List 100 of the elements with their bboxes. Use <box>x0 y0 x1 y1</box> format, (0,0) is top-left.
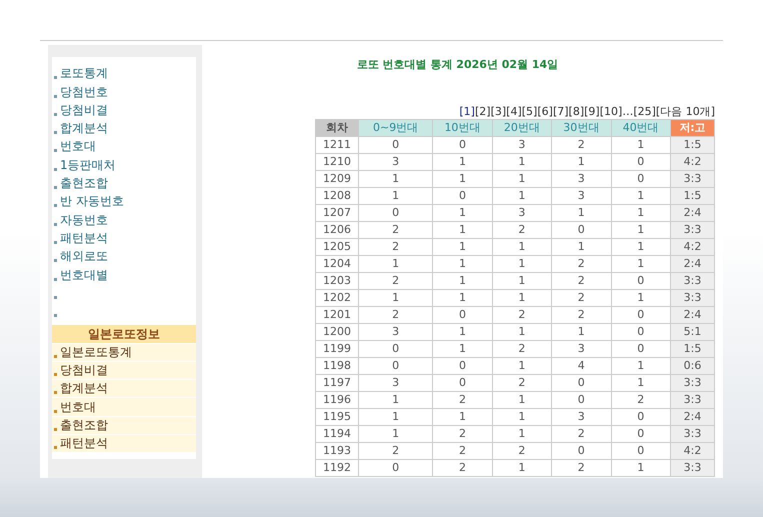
table-cell: 2 <box>552 136 611 153</box>
table-cell: 1 <box>611 136 670 153</box>
table-cell: 1200 <box>316 323 358 340</box>
table-cell: 1194 <box>316 425 358 442</box>
bullet-icon <box>54 112 57 116</box>
table-cell: 1 <box>611 238 670 255</box>
sidebar-link[interactable]: 합계분석 <box>60 119 108 138</box>
table-cell: 1209 <box>316 170 358 187</box>
table-cell: 1 <box>611 221 670 238</box>
table-cell: 1 <box>492 425 552 442</box>
table-cell: 2 <box>552 459 611 476</box>
table-cell: 1 <box>552 153 611 170</box>
page-link[interactable]: [8] <box>568 104 584 118</box>
table-cell: 1195 <box>316 408 358 425</box>
table-cell: 1199 <box>316 340 358 357</box>
table-cell: 1 <box>611 255 670 272</box>
table-cell: 0 <box>358 340 433 357</box>
table-cell: 1 <box>358 255 433 272</box>
column-header: 20번대 <box>492 119 552 136</box>
table-cell: 1201 <box>316 306 358 323</box>
table-cell: 1203 <box>316 272 358 289</box>
table-cell: 2 <box>432 425 492 442</box>
table-cell: 1 <box>492 289 552 306</box>
bullet-icon <box>54 428 57 432</box>
table-cell: 2 <box>552 255 611 272</box>
table-cell: 1 <box>358 425 433 442</box>
table-cell: 2 <box>552 289 611 306</box>
table-cell: 1 <box>492 391 552 408</box>
bullet-icon <box>54 314 57 317</box>
bullet-icon <box>54 149 57 152</box>
table-cell: 0 <box>611 323 670 340</box>
sidebar-link[interactable]: 로또통계 <box>60 64 108 82</box>
table-cell: 1:5 <box>670 340 714 357</box>
table-cell: 2:4 <box>670 306 714 323</box>
table-cell: 4:2 <box>670 442 714 459</box>
sidebar-link[interactable]: 해외로또 <box>60 247 108 266</box>
table-cell: 0 <box>611 272 670 289</box>
sidebar-link[interactable]: 반 자동번호 <box>60 192 124 210</box>
page-link[interactable]: [9] <box>584 104 600 118</box>
page-link[interactable]: [4] <box>506 104 522 118</box>
table-cell: 4 <box>552 357 611 374</box>
table-cell: 1198 <box>316 357 358 374</box>
table-cell: 0 <box>432 136 492 153</box>
table-cell: 1207 <box>316 204 358 221</box>
bullet-icon <box>54 186 57 190</box>
table-cell: 1 <box>492 272 552 289</box>
sidebar-link[interactable]: 당첨비결 <box>60 100 108 119</box>
page-link[interactable]: [10] <box>600 104 622 118</box>
table-cell: 3 <box>358 323 433 340</box>
table-cell: 3 <box>358 374 433 391</box>
bullet-icon <box>54 410 57 413</box>
sidebar-link[interactable]: 번호대 <box>60 137 96 156</box>
column-header: 30번대 <box>552 119 611 136</box>
page-link[interactable]: [5] <box>522 104 538 118</box>
page-link[interactable]: [다음 10개] <box>656 104 715 118</box>
table-cell: 4:2 <box>670 153 714 170</box>
table-cell: 4:2 <box>670 238 714 255</box>
table-cell: 2 <box>358 306 433 323</box>
bullet-icon <box>54 278 57 281</box>
table-cell: 1 <box>492 170 552 187</box>
table-cell: 1 <box>492 408 552 425</box>
table-cell: 2:4 <box>670 204 714 221</box>
table-cell: 3:3 <box>670 374 714 391</box>
page-link[interactable]: [3] <box>490 104 506 118</box>
table-cell: 1 <box>432 408 492 425</box>
bullet-icon <box>54 168 57 171</box>
table-cell: 0 <box>358 357 433 374</box>
page-link[interactable]: [2] <box>474 104 491 118</box>
table-cell: 1 <box>611 204 670 221</box>
table-cell: 2 <box>432 442 492 459</box>
table-cell: 2 <box>552 306 611 323</box>
page-link[interactable]: [25] <box>633 104 656 118</box>
sidebar-link[interactable]: 패턴분석 <box>60 228 108 247</box>
table-cell: 1 <box>432 221 492 238</box>
table-cell: 2 <box>432 391 492 408</box>
page-link[interactable]: [6] <box>537 104 553 118</box>
sidebar-link[interactable]: 번호대별 <box>60 266 108 284</box>
table-cell: 0 <box>611 408 670 425</box>
bullet-icon <box>54 259 57 262</box>
page-link[interactable]: [7] <box>552 104 569 118</box>
sidebar-link[interactable]: 당첨번호 <box>60 82 108 101</box>
column-header: 저:고 <box>670 119 714 136</box>
table-cell: 2 <box>492 306 552 323</box>
table-cell: 1 <box>432 272 492 289</box>
table-cell: 1210 <box>316 153 358 170</box>
sidebar-link[interactable]: 자동번호 <box>60 210 108 229</box>
table-cell: 1 <box>492 187 552 204</box>
table-cell: 3:3 <box>670 391 714 408</box>
page-link[interactable]: [1] <box>459 104 475 118</box>
sidebar-link[interactable]: 1등판매처 <box>60 156 116 174</box>
table-cell: 1 <box>432 238 492 255</box>
table-cell: 0 <box>552 221 611 238</box>
table-cell: 1 <box>492 153 552 170</box>
table-cell: 2 <box>358 272 433 289</box>
bullet-icon <box>54 94 57 98</box>
table-cell: 1 <box>492 357 552 374</box>
table-cell: 1211 <box>316 136 358 153</box>
table-cell: 2 <box>358 238 433 255</box>
sidebar-link[interactable]: 출현조합 <box>60 174 108 192</box>
table-cell: 1 <box>358 408 433 425</box>
